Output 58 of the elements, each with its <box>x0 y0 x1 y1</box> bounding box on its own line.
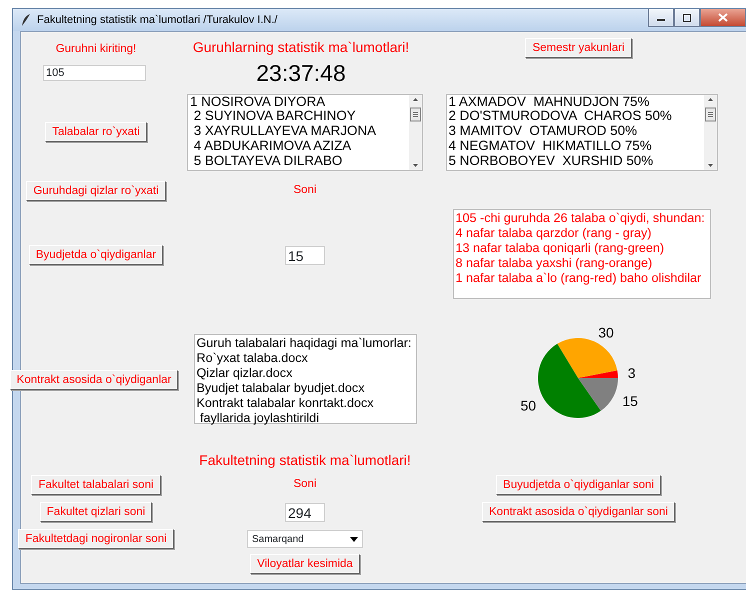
budget-count-field[interactable]: 15 <box>285 246 325 264</box>
maximize-button[interactable] <box>674 9 700 27</box>
faculty-count-field[interactable]: 294 <box>285 502 325 522</box>
minimize-button[interactable] <box>648 9 674 27</box>
section-title: Fakultetning statistik ma`lumotlari! <box>199 450 411 470</box>
semester-results-button[interactable]: Semestr yakunlari <box>525 38 632 58</box>
data-label: 50 <box>520 397 536 414</box>
count-label: Soni <box>293 477 317 492</box>
list-item[interactable]: 1 NOSIROVA DIYORA <box>190 94 407 110</box>
list-item[interactable]: 5 BOLTAYEVA DILRABO <box>190 154 407 168</box>
maximize-icon <box>682 14 692 22</box>
text-line: 4 nafar talaba qarzdor (rang - gray) <box>456 226 652 241</box>
contract-students-button[interactable]: Kontrakt asosida o`qiydiganlar <box>10 370 178 390</box>
scrollbar[interactable] <box>409 94 422 170</box>
regions-button[interactable]: Viloyatlar kesimida <box>250 554 360 574</box>
faculty-stat-button[interactable]: Fakultet qizlari soni <box>40 502 152 522</box>
list-item[interactable]: 5 NORBOBOYEV XURSHID 50% <box>448 154 702 168</box>
text-line: Guruh talabalari haqidagi ma`lumorlar: <box>196 336 412 351</box>
list-item[interactable]: 1 AXMADOV MAHNUDJON 75% <box>448 94 702 110</box>
clock-time: 23:37:48 <box>256 58 346 88</box>
list-item[interactable]: 4 NEGMATOV HIKMATILLO 75% <box>448 138 702 154</box>
group-input-field[interactable]: 105 <box>43 65 146 81</box>
text-line: Kontrakt talabalar konrtakt.docx <box>196 396 374 411</box>
faculty-stat-button[interactable]: Kontrakt asosida o`qiydiganlar soni <box>482 502 675 522</box>
caret-icon <box>350 536 358 542</box>
close-icon <box>718 13 728 22</box>
budget-students-button[interactable]: Byudjetda o`qiydiganlar <box>28 245 164 265</box>
text-line: 105 -chi guruhda 26 talaba o`qiydi, shundan: <box>456 211 705 226</box>
list-item[interactable]: 3 MAMITOV OTAMUROD 50% <box>448 124 702 139</box>
faculty-stat-button[interactable]: Fakultetdagi nogironlar soni <box>18 529 174 549</box>
text-line: 8 nafar talaba yaxshi (rang-orange) <box>456 256 652 271</box>
grades-listbox[interactable]: 1 AXMADOV MAHNUDJON 75% 2 DO'STMURODOVA CHAROS 50% 3 MAMITOV OTAMUROD 50% 4 NEGMATOV HIKMATILLO 75% 5 NORBOBOYEV XURSHID 50% <box>446 94 718 170</box>
list-item[interactable]: 3 XAYRULLAYEVA MARJONA <box>190 124 407 139</box>
data-label: 15 <box>622 393 638 410</box>
region-dropdown[interactable]: Samarqand <box>247 530 363 548</box>
text-line: 13 nafar talaba qoniqarli (rang-green) <box>456 241 664 256</box>
faculty-stat-button[interactable]: Buyudjetda o`qiydiganlar soni <box>496 475 661 495</box>
section-title: Guruhlarning statistik ma`lumotlari! <box>192 38 410 57</box>
window-title: Fakultetning statistik ma`lumotlari /Turakulov I.N./ <box>37 12 278 28</box>
text-line: Qizlar qizlar.docx <box>196 366 292 381</box>
student-list-button[interactable]: Talabalar ro`yxati <box>45 122 147 142</box>
scrollbar[interactable] <box>704 94 716 170</box>
data-label: 30 <box>598 324 614 340</box>
faculty-stat-button[interactable]: Fakultet talabalari soni <box>31 475 161 495</box>
count-label: Soni <box>293 182 317 198</box>
text-line: Ro`yxat talaba.docx <box>196 351 308 366</box>
group-prompt: Guruhni kiriting! <box>56 42 136 57</box>
text-line: Byudjet talabalar byudjet.docx <box>196 381 365 396</box>
feather-icon <box>21 13 31 27</box>
text-line: 1 nafar talaba a`lo (rang-red) baho olishdilar <box>456 271 702 286</box>
close-button[interactable] <box>700 9 746 27</box>
list-item[interactable]: 2 SUYINOVA BARCHINOY <box>190 109 407 124</box>
data-label: 3 <box>627 365 636 382</box>
list-item[interactable]: 2 DO'STMURODOVA CHAROS 50% <box>448 109 702 124</box>
student-listbox[interactable]: 1 NOSIROVA DIYORA 2 SUYINOVA BARCHINOY 3 XAYRULLAYEVA MARJONA 4 ABDUKARIMOVA AZIZA 5 BOLTAYEVA DILRABO <box>187 94 423 170</box>
text-line: fayllarida joylashtirildi <box>198 411 319 426</box>
girls-list-button[interactable]: Guruhdagi qizlar ro`yxati <box>26 180 166 200</box>
list-item[interactable]: 4 ABDUKARIMOVA AZIZA <box>190 138 407 154</box>
